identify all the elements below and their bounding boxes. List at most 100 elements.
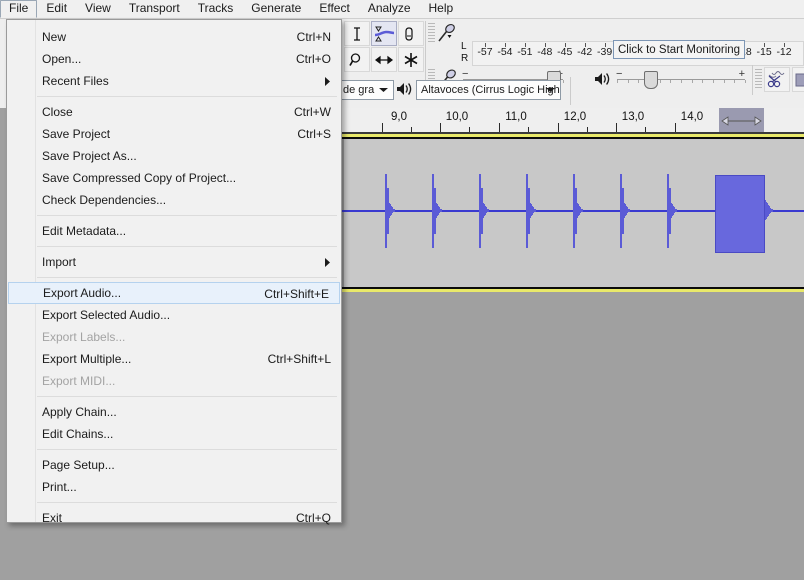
waveform-tail <box>535 208 536 212</box>
menu-item-shortcut: Ctrl+W <box>294 105 331 119</box>
menu-item-label: Print... <box>42 480 77 494</box>
menubar-item-effect[interactable]: Effect <box>310 0 358 18</box>
timeline-selection-region[interactable] <box>719 108 764 132</box>
menu-item-new[interactable]: New Ctrl+N <box>7 26 341 48</box>
menu-item-label: Open... <box>42 52 82 66</box>
trim-audio-button[interactable] <box>764 67 790 92</box>
menubar-item-label: Generate <box>251 1 302 15</box>
meter-tick-label: -45 <box>557 46 573 58</box>
menu-separator <box>37 277 337 278</box>
slider-tick <box>691 80 693 83</box>
meter-channel-l-label: L <box>461 41 467 52</box>
menubar-item-edit[interactable]: Edit <box>37 0 76 18</box>
menu-item-exit[interactable]: Exit Ctrl+Q <box>7 507 341 529</box>
recording-device-select[interactable]: de gra <box>338 80 394 100</box>
playback-volume-slider[interactable]: − + <box>616 68 746 89</box>
envelope-tool-button[interactable] <box>371 21 397 46</box>
meter-tick-label: -57 <box>477 46 493 58</box>
menu-item-label: Save Project <box>42 127 111 141</box>
menu-separator <box>37 449 337 450</box>
menu-item-close[interactable]: Close Ctrl+W <box>7 101 341 123</box>
menu-item-label: Export Multiple... <box>42 352 132 366</box>
slider-tick <box>670 80 672 83</box>
menu-item-open[interactable]: Open... Ctrl+O <box>7 48 341 70</box>
waveform-tail <box>441 208 442 212</box>
menu-item-check-dependencies[interactable]: Check Dependencies... <box>7 189 341 211</box>
track-waveform-panel[interactable] <box>341 139 804 287</box>
timeline-minor-tick <box>528 127 529 132</box>
menu-item-save-compressed-copy-of-project[interactable]: Save Compressed Copy of Project... <box>7 167 341 189</box>
menu-item-export-labels: Export Labels... <box>7 326 341 348</box>
timeline-label: 14,0 <box>680 111 704 123</box>
slider-tick <box>659 80 661 83</box>
menu-item-import[interactable]: Import <box>7 251 341 273</box>
timeline-major-tick <box>382 123 383 132</box>
menubar-item-file[interactable]: File <box>0 0 38 18</box>
playback-volume-slider-ticks <box>617 80 746 84</box>
menubar-item-label: Help <box>428 1 454 15</box>
menu-item-label: Exit <box>42 511 63 525</box>
playback-device-value: Altavoces (Cirrus Logic High <box>421 84 560 96</box>
timeline-major-tick <box>616 123 617 132</box>
menubar-item-help[interactable]: Help <box>420 0 463 18</box>
menu-item-label: Save Project As... <box>42 149 137 163</box>
menubar-item-view[interactable]: View <box>76 0 120 18</box>
meter-toolbar-grip[interactable] <box>428 23 435 47</box>
menu-item-print[interactable]: Print... <box>7 476 341 498</box>
slider-tick <box>563 80 564 83</box>
timeline-label: 9,0 <box>391 111 407 123</box>
slider-tick <box>702 80 704 83</box>
edit-toolbar-grip[interactable] <box>755 69 762 93</box>
meter-tick-label: -12 <box>776 46 792 58</box>
menubar-item-label: View <box>85 1 111 15</box>
menu-item-export-selected-audio[interactable]: Export Selected Audio... <box>7 304 341 326</box>
menu-item-save-project-as[interactable]: Save Project As... <box>7 145 341 167</box>
menu-item-export-multiple[interactable]: Export Multiple... Ctrl+Shift+L <box>7 348 341 370</box>
file-menu-dropdown[interactable]: New Ctrl+N Open... Ctrl+O Recent Files Close C… <box>6 19 342 525</box>
silence-audio-button[interactable] <box>792 67 804 92</box>
menu-item-label: Close <box>42 105 73 119</box>
timeline-ruler[interactable]: 9,0 10,0 11,0 12,0 13,0 14,0 <box>341 108 804 134</box>
menu-item-page-setup[interactable]: Page Setup... <box>7 454 341 476</box>
timeshift-tool-button[interactable] <box>371 47 397 72</box>
menubar-item-label: Transport <box>128 1 180 15</box>
menu-separator <box>37 502 337 503</box>
menu-separator <box>37 246 337 247</box>
multi-tool-button[interactable] <box>398 47 424 72</box>
menu-item-label: Check Dependencies... <box>42 193 167 207</box>
menubar-item-transport[interactable]: Transport <box>120 0 189 18</box>
menubar-item-tracks[interactable]: Tracks <box>189 0 243 18</box>
menu-item-label: Save Compressed Copy of Project... <box>42 171 237 185</box>
menu-item-recent-files[interactable]: Recent Files <box>7 70 341 92</box>
zoom-tool-button[interactable] <box>344 47 370 72</box>
draw-tool-button[interactable] <box>398 21 424 46</box>
menu-item-save-project[interactable]: Save Project Ctrl+S <box>7 123 341 145</box>
menu-item-edit-chains[interactable]: Edit Chains... <box>7 423 341 445</box>
waveform-tail <box>772 208 773 212</box>
waveform-tail <box>488 208 489 212</box>
recording-meter-microphone-icon[interactable] <box>437 22 461 44</box>
trim-audio-icon <box>767 70 787 89</box>
audacity-window: File Edit View Transport Tracks Generate Effec… <box>0 0 804 580</box>
playback-device-select[interactable]: Altavoces (Cirrus Logic High <box>416 80 561 100</box>
menu-item-shortcut: Ctrl+S <box>297 127 331 141</box>
timeline-major-tick <box>558 123 559 132</box>
menu-item-export-audio[interactable]: Export Audio... Ctrl+Shift+E <box>8 282 340 304</box>
menu-item-shortcut: Ctrl+N <box>296 30 331 44</box>
menu-item-apply-chain[interactable]: Apply Chain... <box>7 401 341 423</box>
slider-tick <box>745 80 746 83</box>
waveform-tail <box>629 208 630 212</box>
slider-tick <box>723 80 725 83</box>
meter-tick-label: -39 <box>597 46 613 58</box>
menu-item-edit-metadata[interactable]: Edit Metadata... <box>7 220 341 242</box>
menu-item-shortcut: Ctrl+Shift+L <box>267 352 331 366</box>
audio-track[interactable] <box>341 134 804 294</box>
menubar-item-analyze[interactable]: Analyze <box>359 0 420 18</box>
device-toolbar-end-separator <box>570 77 571 105</box>
selection-tool-button[interactable] <box>344 21 370 46</box>
waveform-loud-section <box>715 175 765 253</box>
file-menu-items: New Ctrl+N Open... Ctrl+O Recent Files Close C… <box>7 20 341 529</box>
menu-bar: File Edit View Transport Tracks Generate Effec… <box>0 0 804 19</box>
playback-volume-slider-thumb[interactable] <box>643 71 658 89</box>
menubar-item-generate[interactable]: Generate <box>242 0 310 18</box>
